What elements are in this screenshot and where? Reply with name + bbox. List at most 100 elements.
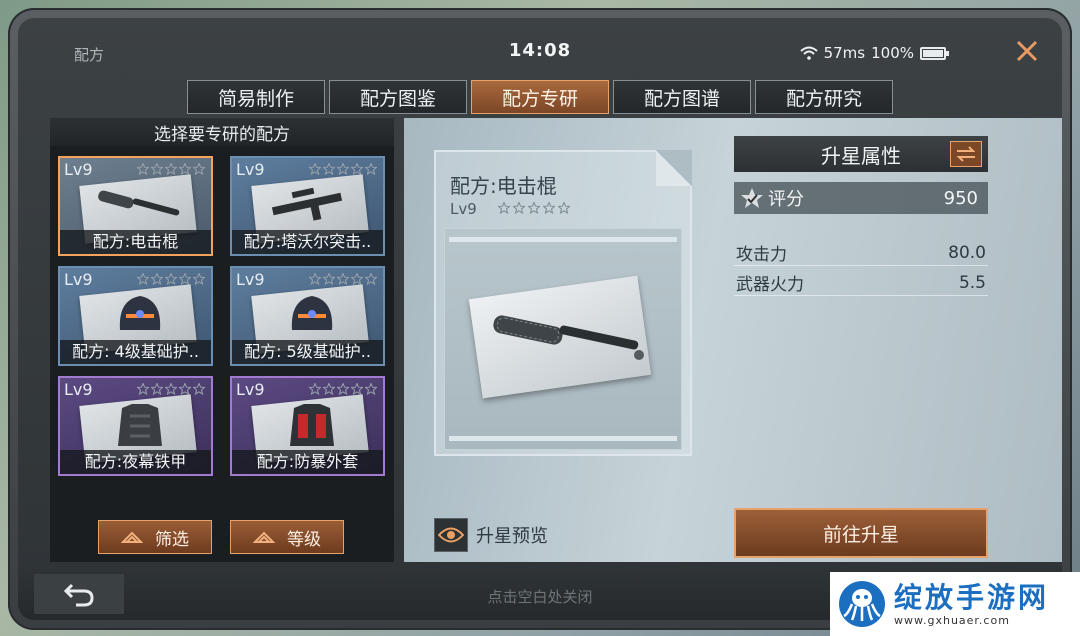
star-icon: [151, 273, 163, 285]
card-level: Lv9: [236, 380, 265, 399]
star-icon: [323, 273, 335, 285]
card-label: 配方:防暴外套: [232, 450, 383, 474]
card-label: 配方: 4级基础护..: [60, 340, 211, 364]
rating-badge-icon: [741, 188, 763, 208]
card-stars: [137, 383, 205, 395]
star-icon: [365, 383, 377, 395]
card-level: Lv9: [236, 270, 265, 289]
recipe-list-panel: 选择要专研的配方 Lv9 配方:电击棍 Lv9 配方:塔沃尔突击.. Lv9 配方: 4级…: [50, 118, 394, 608]
star-icon: [137, 383, 149, 395]
star-preview-label: 升星预览: [476, 526, 548, 547]
star-icon: [337, 273, 349, 285]
card-level: Lv9: [64, 380, 93, 399]
recipe-card[interactable]: Lv9 配方: 5级基础护..: [230, 266, 385, 366]
card-label: 配方:电击棍: [60, 230, 211, 254]
attribute-row-attack: 攻击力 80.0: [734, 240, 988, 266]
recipe-list-header: 选择要专研的配方: [50, 118, 394, 146]
jacket-icon: [290, 404, 334, 446]
star-icon: [179, 163, 191, 175]
card-label: 配方: 5级基础护..: [232, 340, 383, 364]
score-row: 评分 950: [734, 182, 988, 214]
device-frame: 配方 14:08 57ms 100% 简易制作 配方图鉴 配方专研 配方图谱 配方研究 …: [8, 8, 1072, 630]
star-preview-button[interactable]: 升星预览: [434, 518, 548, 552]
card-stars: [309, 273, 377, 285]
close-button[interactable]: [1012, 36, 1042, 66]
battery-icon: [920, 46, 949, 60]
attribute-value: 80.0: [948, 242, 986, 263]
level-label: 等级: [287, 529, 321, 550]
recipe-document: 配方:电击棍 Lv9: [434, 150, 692, 456]
star-icon: [528, 202, 540, 214]
filter-label: 筛选: [155, 529, 189, 550]
ping-value: 57ms: [823, 44, 866, 62]
attribute-value: 5.5: [958, 272, 986, 293]
star-icon: [193, 273, 205, 285]
swap-icon: [956, 146, 976, 162]
star-icon: [513, 202, 525, 214]
recipe-detail-panel: 配方:电击棍 Lv9 升星预览 升星属性 评分 950 攻击力 80.0 武器火…: [404, 118, 1062, 562]
go-upgrade-star-button[interactable]: 前往升星: [734, 508, 988, 558]
eye-icon: [434, 518, 468, 552]
watermark-url: www.gxhuaer.com: [894, 613, 1010, 627]
star-icon: [137, 163, 149, 175]
watermark-text: 绽放手游网 www.gxhuaer.com: [894, 580, 1050, 627]
star-icon: [193, 163, 205, 175]
recipe-tabs: 简易制作 配方图鉴 配方专研 配方图谱 配方研究: [18, 80, 1062, 114]
tab-1[interactable]: 配方图鉴: [329, 80, 467, 114]
card-stars: [137, 273, 205, 285]
score-value: 950: [943, 187, 978, 209]
star-icon: [365, 273, 377, 285]
score-label: 评分: [768, 189, 804, 210]
star-icon: [309, 163, 321, 175]
armor-icon: [118, 404, 162, 446]
site-watermark: 绽放手游网 www.gxhuaer.com: [830, 572, 1080, 636]
close-icon: [1016, 40, 1038, 62]
tab-4[interactable]: 配方研究: [755, 80, 893, 114]
tab-3[interactable]: 配方图谱: [613, 80, 751, 114]
recipe-card[interactable]: Lv9 配方:电击棍: [58, 156, 213, 256]
game-screen: 配方 14:08 57ms 100% 简易制作 配方图鉴 配方专研 配方图谱 配方研究 …: [18, 18, 1062, 620]
star-icon: [193, 383, 205, 395]
card-stars: [309, 383, 377, 395]
card-level: Lv9: [64, 270, 93, 289]
recipe-card[interactable]: Lv9 配方:防暴外套: [230, 376, 385, 476]
attribute-label: 武器火力: [736, 275, 804, 295]
recipe-title: 配方:电击棍: [450, 174, 557, 198]
card-label: 配方:夜幕铁甲: [60, 450, 211, 474]
level-sort-button[interactable]: 等级: [230, 520, 344, 554]
baton-icon: [98, 190, 180, 216]
battery-percent: 100%: [871, 44, 914, 62]
star-attributes-header: 升星属性: [734, 136, 988, 172]
baton-icon: [493, 315, 644, 360]
star-icon: [309, 383, 321, 395]
status-indicators: 57ms 100%: [799, 44, 949, 62]
watermark-name: 绽放手游网: [894, 580, 1050, 614]
tab-0[interactable]: 简易制作: [187, 80, 325, 114]
star-icon: [323, 383, 335, 395]
star-icon: [337, 163, 349, 175]
helmet-icon: [119, 296, 161, 330]
star-attributes-title: 升星属性: [821, 143, 901, 168]
star-icon: [165, 383, 177, 395]
recipe-card[interactable]: Lv9 配方:夜幕铁甲: [58, 376, 213, 476]
rifle-icon: [271, 187, 343, 221]
star-icon: [151, 383, 163, 395]
battery-fill: [923, 49, 943, 57]
star-icon: [337, 383, 349, 395]
tab-2[interactable]: 配方专研: [471, 80, 609, 114]
recipe-card[interactable]: Lv9 配方: 4级基础护..: [58, 266, 213, 366]
recipe-card[interactable]: Lv9 配方:塔沃尔突击..: [230, 156, 385, 256]
card-level: Lv9: [64, 160, 93, 179]
recipe-blueprint: [444, 228, 682, 450]
filter-button[interactable]: 筛选: [98, 520, 212, 554]
wifi-icon: [799, 46, 818, 60]
star-icon: [309, 273, 321, 285]
swap-button[interactable]: [950, 141, 982, 167]
star-icon: [365, 163, 377, 175]
star-icon: [137, 273, 149, 285]
star-icon: [151, 163, 163, 175]
star-icon: [165, 273, 177, 285]
card-label: 配方:塔沃尔突击..: [232, 230, 383, 254]
star-icon: [351, 383, 363, 395]
recipe-stars: [498, 202, 570, 214]
